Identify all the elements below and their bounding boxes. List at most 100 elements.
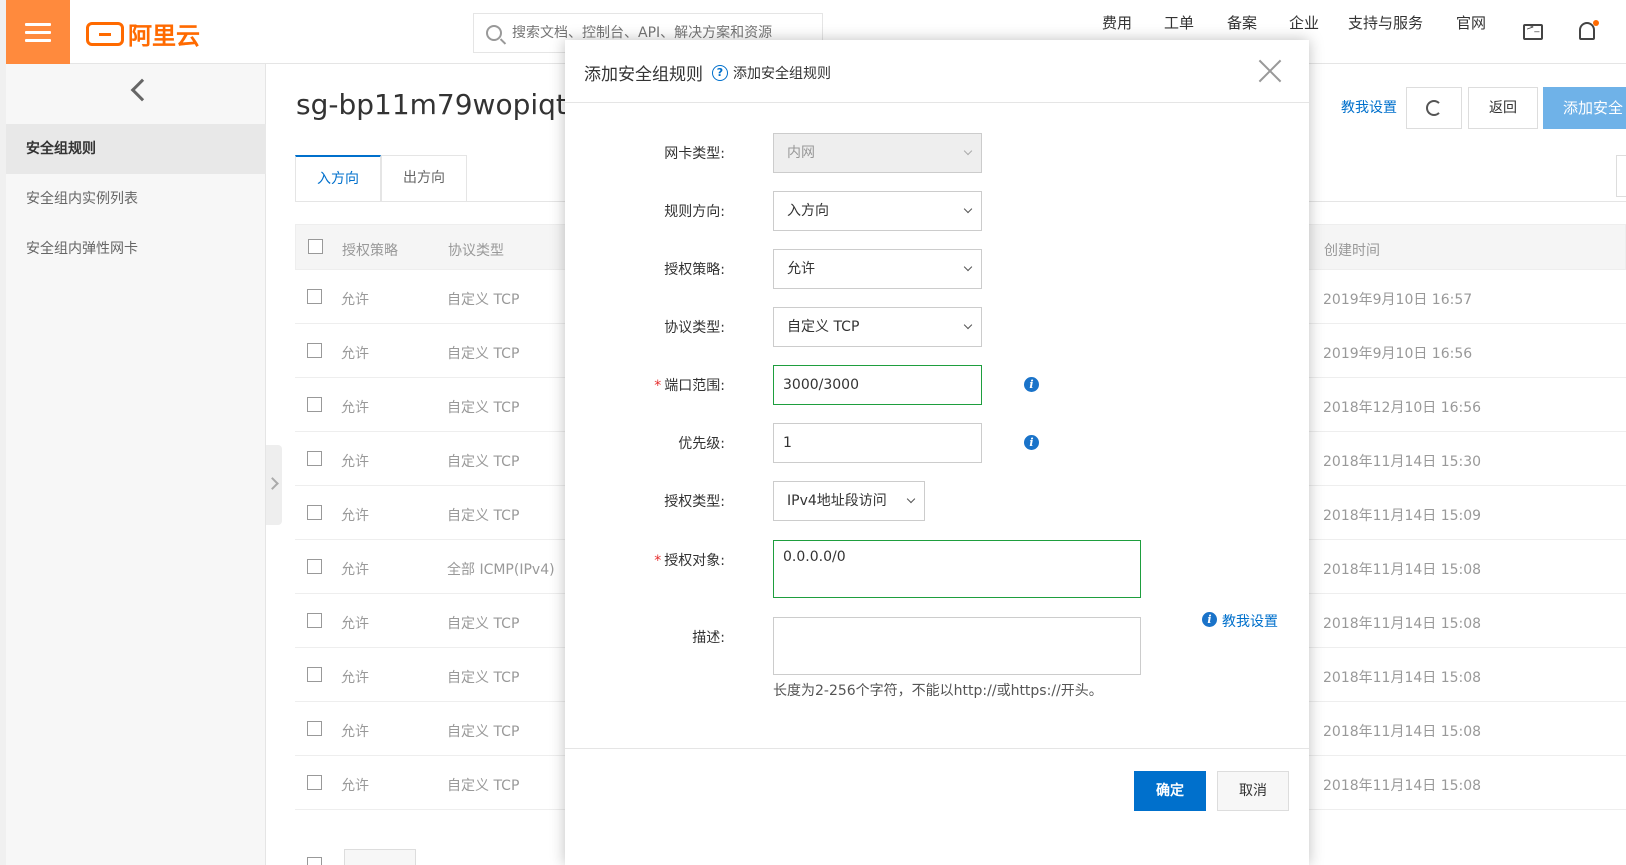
logo-mark-icon bbox=[86, 21, 124, 46]
row-checkbox[interactable] bbox=[307, 505, 322, 520]
port-range-input[interactable]: 3000/3000 bbox=[773, 365, 982, 405]
sidebar-item-nics[interactable]: 安全组内弹性网卡 bbox=[6, 224, 266, 274]
dialog-help-link[interactable]: 添加安全组规则 bbox=[733, 63, 831, 83]
cell-protocol: 全部 ICMP(IPv4) bbox=[447, 562, 555, 578]
row-checkbox[interactable] bbox=[307, 667, 322, 682]
row-checkbox[interactable] bbox=[307, 775, 322, 790]
cell-created: 2018年11月14日 15:09 bbox=[1323, 508, 1482, 524]
select-all-checkbox[interactable] bbox=[308, 239, 323, 254]
nic-type-select: 内网 bbox=[773, 133, 982, 173]
nav-enterprise[interactable]: 企业 bbox=[1289, 12, 1319, 33]
refresh-button[interactable] bbox=[1406, 87, 1462, 129]
nav-fee[interactable]: 费用 bbox=[1102, 12, 1132, 33]
direction-value: 入方向 bbox=[787, 203, 829, 219]
cell-created: 2018年11月14日 15:08 bbox=[1323, 562, 1482, 578]
bell-icon[interactable] bbox=[1579, 20, 1599, 40]
cell-protocol: 自定义 TCP bbox=[447, 670, 520, 686]
row-checkbox[interactable] bbox=[307, 397, 322, 412]
protocol-select[interactable]: 自定义 TCP bbox=[773, 307, 982, 347]
page-title: sg-bp11m79wopiqtp bbox=[296, 88, 585, 121]
nav-ticket[interactable]: 工单 bbox=[1164, 12, 1194, 33]
cell-protocol: 自定义 TCP bbox=[447, 724, 520, 740]
table-settings-button[interactable] bbox=[1616, 155, 1626, 197]
label-description: 描述: bbox=[692, 630, 725, 646]
chevron-down-icon bbox=[963, 204, 973, 214]
menu-icon[interactable] bbox=[6, 0, 70, 64]
info-icon[interactable]: i bbox=[1024, 377, 1039, 392]
chevron-down-icon bbox=[963, 262, 973, 272]
cell-created: 2018年11月14日 15:08 bbox=[1323, 778, 1482, 794]
teach-me-link[interactable]: 教我设置 bbox=[1341, 97, 1397, 117]
cell-policy: 允许 bbox=[341, 454, 369, 470]
chevron-down-icon bbox=[906, 494, 916, 504]
cell-created: 2018年11月14日 15:08 bbox=[1323, 724, 1482, 740]
label-auth-type: 授权类型: bbox=[664, 494, 725, 510]
cell-created: 2018年11月14日 15:08 bbox=[1323, 670, 1482, 686]
nic-type-value: 内网 bbox=[787, 145, 815, 161]
sidebar-item-rules[interactable]: 安全组规则 bbox=[6, 124, 266, 174]
nav-support[interactable]: 支持与服务 bbox=[1348, 12, 1423, 33]
cancel-button[interactable]: 取消 bbox=[1217, 771, 1289, 811]
protocol-value: 自定义 TCP bbox=[787, 319, 860, 335]
close-icon[interactable] bbox=[1257, 58, 1283, 84]
search-input[interactable] bbox=[512, 25, 792, 41]
row-checkbox[interactable] bbox=[307, 559, 322, 574]
chevron-down-icon bbox=[963, 320, 973, 330]
dialog-header: 添加安全组规则 ? 添加安全组规则 bbox=[565, 40, 1309, 103]
cell-policy: 允许 bbox=[341, 724, 369, 740]
cell-policy: 允许 bbox=[341, 346, 369, 362]
row-checkbox[interactable] bbox=[307, 613, 322, 628]
row-checkbox[interactable] bbox=[307, 289, 322, 304]
nav-official-site[interactable]: 官网 bbox=[1456, 12, 1486, 33]
cell-protocol: 自定义 TCP bbox=[447, 508, 520, 524]
back-arrow-icon[interactable] bbox=[130, 78, 154, 102]
teach-me-link[interactable]: 教我设置 bbox=[1222, 611, 1278, 631]
dialog-footer-divider bbox=[565, 748, 1309, 749]
label-priority: 优先级: bbox=[678, 436, 725, 452]
help-icon[interactable]: ? bbox=[712, 65, 728, 81]
footer-select-checkbox[interactable] bbox=[307, 857, 322, 865]
sidebar-item-instances[interactable]: 安全组内实例列表 bbox=[6, 174, 266, 224]
tab-inbound[interactable]: 入方向 bbox=[295, 155, 381, 202]
header-policy: 授权策略 bbox=[342, 243, 398, 259]
cell-protocol: 自定义 TCP bbox=[447, 400, 520, 416]
row-checkbox[interactable] bbox=[307, 451, 322, 466]
auth-type-select[interactable]: IPv4地址段访问 bbox=[773, 481, 925, 521]
cell-policy: 允许 bbox=[341, 292, 369, 308]
cell-protocol: 自定义 TCP bbox=[447, 346, 520, 362]
policy-select[interactable]: 允许 bbox=[773, 249, 982, 289]
cell-policy: 允许 bbox=[341, 778, 369, 794]
dialog-title: 添加安全组规则 bbox=[584, 65, 703, 85]
header-created: 创建时间 bbox=[1324, 243, 1380, 259]
terminal-icon[interactable] bbox=[1523, 22, 1543, 40]
confirm-button[interactable]: 确定 bbox=[1134, 771, 1206, 811]
cell-policy: 允许 bbox=[341, 562, 369, 578]
row-checkbox[interactable] bbox=[307, 721, 322, 736]
row-checkbox[interactable] bbox=[307, 343, 322, 358]
tab-outbound[interactable]: 出方向 bbox=[381, 155, 467, 202]
search-icon bbox=[486, 25, 502, 41]
auth-type-value: IPv4地址段访问 bbox=[787, 493, 887, 509]
batch-delete-button[interactable] bbox=[344, 849, 416, 865]
nav-filing[interactable]: 备案 bbox=[1227, 12, 1257, 33]
description-textarea[interactable] bbox=[773, 617, 1141, 675]
info-icon[interactable]: i bbox=[1024, 435, 1039, 450]
priority-input[interactable]: 1 bbox=[773, 423, 982, 463]
info-icon[interactable]: i bbox=[1202, 612, 1217, 627]
direction-select[interactable]: 入方向 bbox=[773, 191, 982, 231]
back-button[interactable]: 返回 bbox=[1468, 87, 1538, 129]
label-port-range: * 端口范围: bbox=[654, 378, 725, 394]
chevron-down-icon bbox=[963, 146, 973, 156]
cell-protocol: 自定义 TCP bbox=[447, 616, 520, 632]
cell-policy: 允许 bbox=[341, 508, 369, 524]
sidebar-collapse-handle[interactable] bbox=[266, 445, 282, 525]
refresh-icon bbox=[1426, 100, 1442, 116]
cell-policy: 允许 bbox=[341, 616, 369, 632]
cell-policy: 允许 bbox=[341, 400, 369, 416]
brand-name: 阿里云 bbox=[128, 22, 200, 50]
cell-created: 2018年11月14日 15:08 bbox=[1323, 616, 1482, 632]
logo[interactable]: 阿里云 bbox=[86, 16, 200, 51]
auth-object-textarea[interactable]: 0.0.0.0/0 bbox=[773, 540, 1141, 598]
cell-created: 2018年11月14日 15:30 bbox=[1323, 454, 1482, 470]
add-rule-button[interactable]: 添加安全 bbox=[1543, 87, 1626, 129]
